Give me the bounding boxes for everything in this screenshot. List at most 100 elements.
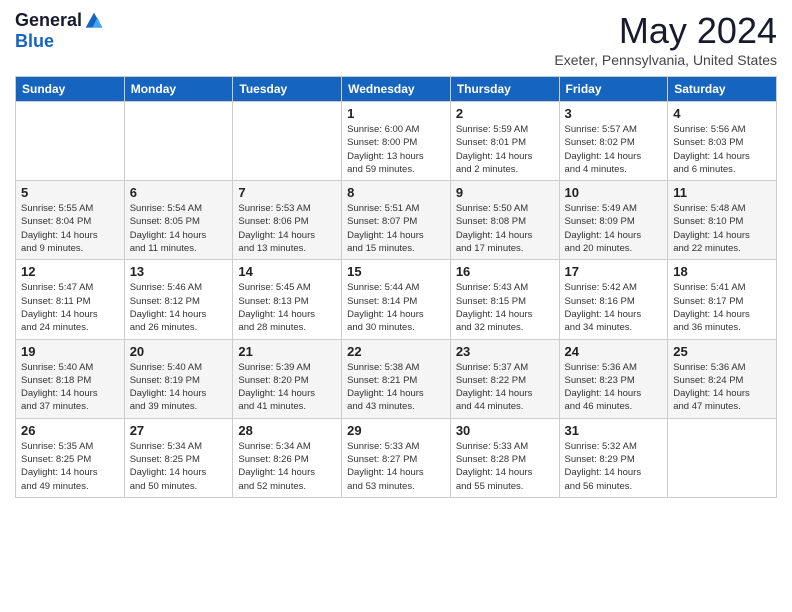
day-number: 31 [565,423,663,438]
day-number: 15 [347,264,445,279]
day-cell: 8 Sunrise: 5:51 AM Sunset: 8:07 PM Daylig… [342,181,451,260]
day-detail: Sunrise: 5:54 AM Sunset: 8:05 PM Dayligh… [130,202,228,255]
day-number: 6 [130,185,228,200]
day-cell: 12 Sunrise: 5:47 AM Sunset: 8:11 PM Dayli… [16,260,125,339]
day-detail: Sunrise: 5:49 AM Sunset: 8:09 PM Dayligh… [565,202,663,255]
day-detail: Sunrise: 5:36 AM Sunset: 8:24 PM Dayligh… [673,361,771,414]
day-detail: Sunrise: 5:37 AM Sunset: 8:22 PM Dayligh… [456,361,554,414]
day-cell: 27 Sunrise: 5:34 AM Sunset: 8:25 PM Dayli… [124,418,233,497]
day-cell: 13Sunrise: 5:46 AM Sunset: 8:12 PM Dayli… [124,260,233,339]
col-header-tuesday: Tuesday [233,77,342,102]
week-row-2: 5Sunrise: 5:55 AM Sunset: 8:04 PM Daylig… [16,181,777,260]
day-cell: 18 Sunrise: 5:41 AM Sunset: 8:17 PM Dayli… [668,260,777,339]
day-cell [124,102,233,181]
day-cell: 29 Sunrise: 5:33 AM Sunset: 8:27 PM Dayli… [342,418,451,497]
logo-icon [84,11,104,31]
subtitle: Exeter, Pennsylvania, United States [554,52,777,68]
day-cell: 1Sunrise: 6:00 AM Sunset: 8:00 PM Daylig… [342,102,451,181]
day-number: 28 [238,423,336,438]
day-number: 2 [456,106,554,121]
calendar-table: SundayMondayTuesdayWednesdayThursdayFrid… [15,76,777,498]
day-cell: 19Sunrise: 5:40 AM Sunset: 8:18 PM Dayli… [16,339,125,418]
day-number: 17 [565,264,663,279]
day-detail: Sunrise: 5:56 AM Sunset: 8:03 PM Dayligh… [673,123,771,176]
day-detail: Sunrise: 5:51 AM Sunset: 8:07 PM Dayligh… [347,202,445,255]
day-cell: 31 Sunrise: 5:32 AM Sunset: 8:29 PM Dayli… [559,418,668,497]
day-cell: 5Sunrise: 5:55 AM Sunset: 8:04 PM Daylig… [16,181,125,260]
day-number: 7 [238,185,336,200]
day-cell: 22 Sunrise: 5:38 AM Sunset: 8:21 PM Dayli… [342,339,451,418]
day-number: 4 [673,106,771,121]
day-number: 27 [130,423,228,438]
day-cell: 14Sunrise: 5:45 AM Sunset: 8:13 PM Dayli… [233,260,342,339]
day-cell: 17 Sunrise: 5:42 AM Sunset: 8:16 PM Dayli… [559,260,668,339]
day-detail: Sunrise: 5:44 AM Sunset: 8:14 PM Dayligh… [347,281,445,334]
day-cell: 10 Sunrise: 5:49 AM Sunset: 8:09 PM Dayli… [559,181,668,260]
day-cell: 26Sunrise: 5:35 AM Sunset: 8:25 PM Dayli… [16,418,125,497]
day-cell: 15 Sunrise: 5:44 AM Sunset: 8:14 PM Dayli… [342,260,451,339]
day-cell: 6 Sunrise: 5:54 AM Sunset: 8:05 PM Daylig… [124,181,233,260]
day-number: 9 [456,185,554,200]
day-cell [16,102,125,181]
day-cell: 25 Sunrise: 5:36 AM Sunset: 8:24 PM Dayli… [668,339,777,418]
title-section: May 2024 Exeter, Pennsylvania, United St… [554,10,777,68]
day-number: 20 [130,344,228,359]
day-detail: Sunrise: 5:50 AM Sunset: 8:08 PM Dayligh… [456,202,554,255]
day-number: 12 [21,264,119,279]
col-header-sunday: Sunday [16,77,125,102]
day-cell: 3 Sunrise: 5:57 AM Sunset: 8:02 PM Daylig… [559,102,668,181]
logo: General Blue [15,10,104,52]
day-number: 23 [456,344,554,359]
day-number: 3 [565,106,663,121]
day-number: 1 [347,106,445,121]
day-detail: Sunrise: 5:39 AM Sunset: 8:20 PM Dayligh… [238,361,336,414]
day-number: 10 [565,185,663,200]
day-number: 30 [456,423,554,438]
day-detail: Sunrise: 5:53 AM Sunset: 8:06 PM Dayligh… [238,202,336,255]
day-cell: 21Sunrise: 5:39 AM Sunset: 8:20 PM Dayli… [233,339,342,418]
logo-general-text: General [15,10,82,31]
day-detail: Sunrise: 5:34 AM Sunset: 8:25 PM Dayligh… [130,440,228,493]
logo-blue-text: Blue [15,31,54,51]
day-number: 18 [673,264,771,279]
day-number: 25 [673,344,771,359]
page: General Blue May 2024 Exeter, Pennsylvan… [0,0,792,612]
day-number: 16 [456,264,554,279]
day-number: 8 [347,185,445,200]
week-row-1: 1Sunrise: 6:00 AM Sunset: 8:00 PM Daylig… [16,102,777,181]
day-cell: 16 Sunrise: 5:43 AM Sunset: 8:15 PM Dayli… [450,260,559,339]
day-detail: Sunrise: 5:32 AM Sunset: 8:29 PM Dayligh… [565,440,663,493]
day-detail: Sunrise: 5:43 AM Sunset: 8:15 PM Dayligh… [456,281,554,334]
month-title: May 2024 [554,10,777,52]
day-cell: 28Sunrise: 5:34 AM Sunset: 8:26 PM Dayli… [233,418,342,497]
day-number: 29 [347,423,445,438]
col-header-friday: Friday [559,77,668,102]
day-detail: Sunrise: 5:46 AM Sunset: 8:12 PM Dayligh… [130,281,228,334]
week-row-4: 19Sunrise: 5:40 AM Sunset: 8:18 PM Dayli… [16,339,777,418]
day-number: 22 [347,344,445,359]
day-cell: 20Sunrise: 5:40 AM Sunset: 8:19 PM Dayli… [124,339,233,418]
day-cell: 24Sunrise: 5:36 AM Sunset: 8:23 PM Dayli… [559,339,668,418]
day-detail: Sunrise: 5:57 AM Sunset: 8:02 PM Dayligh… [565,123,663,176]
col-header-saturday: Saturday [668,77,777,102]
day-detail: Sunrise: 5:41 AM Sunset: 8:17 PM Dayligh… [673,281,771,334]
header: General Blue May 2024 Exeter, Pennsylvan… [15,10,777,68]
day-cell: 11Sunrise: 5:48 AM Sunset: 8:10 PM Dayli… [668,181,777,260]
day-detail: Sunrise: 5:45 AM Sunset: 8:13 PM Dayligh… [238,281,336,334]
week-row-5: 26Sunrise: 5:35 AM Sunset: 8:25 PM Dayli… [16,418,777,497]
day-detail: Sunrise: 5:33 AM Sunset: 8:27 PM Dayligh… [347,440,445,493]
day-cell [668,418,777,497]
day-detail: Sunrise: 5:42 AM Sunset: 8:16 PM Dayligh… [565,281,663,334]
day-detail: Sunrise: 5:47 AM Sunset: 8:11 PM Dayligh… [21,281,119,334]
day-detail: Sunrise: 5:59 AM Sunset: 8:01 PM Dayligh… [456,123,554,176]
day-number: 19 [21,344,119,359]
day-detail: Sunrise: 5:38 AM Sunset: 8:21 PM Dayligh… [347,361,445,414]
header-row: SundayMondayTuesdayWednesdayThursdayFrid… [16,77,777,102]
day-cell: 30Sunrise: 5:33 AM Sunset: 8:28 PM Dayli… [450,418,559,497]
week-row-3: 12 Sunrise: 5:47 AM Sunset: 8:11 PM Dayli… [16,260,777,339]
day-detail: Sunrise: 5:35 AM Sunset: 8:25 PM Dayligh… [21,440,119,493]
col-header-monday: Monday [124,77,233,102]
day-cell: 9 Sunrise: 5:50 AM Sunset: 8:08 PM Daylig… [450,181,559,260]
day-number: 24 [565,344,663,359]
day-cell: 23 Sunrise: 5:37 AM Sunset: 8:22 PM Dayli… [450,339,559,418]
